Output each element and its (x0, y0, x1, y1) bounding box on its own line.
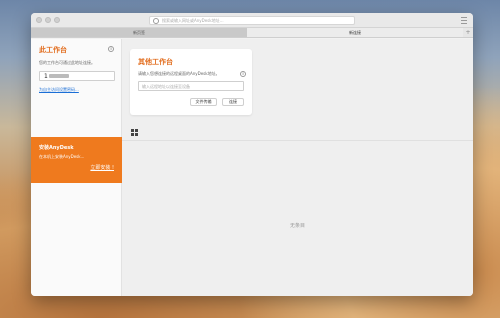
this-workstation-title: 此工作台 (39, 46, 67, 54)
check-circle-icon (153, 17, 159, 24)
tab-bar: 新页签 新连接 + (31, 28, 473, 38)
info-icon[interactable]: i (108, 46, 114, 52)
remote-address-field[interactable] (138, 81, 244, 91)
sidebar: 此工作台 i 您的工作台可通过此地址连接。 1 为自主访问设置密码... 安装A… (31, 39, 122, 296)
empty-state-text: 无条目 (289, 223, 305, 229)
divider (122, 140, 473, 141)
tab-label: 新连接 (349, 29, 361, 35)
anydesk-window: 搜索或输入网址或AnyDesk地址… 新页签 新连接 + 此工作台 i 您的工作… (31, 13, 473, 296)
remote-desk-card: 其他工作台 请输入您想连接的远程桌面的AnyDesk地址。 i 文件传输 连接 (130, 49, 252, 115)
tab-new-connection[interactable]: 新连接 (247, 28, 463, 37)
new-tab-button[interactable]: + (463, 28, 473, 37)
window-controls (36, 17, 60, 23)
connect-button[interactable]: 连接 (222, 98, 244, 106)
address-bar[interactable]: 搜索或输入网址或AnyDesk地址… (149, 16, 355, 25)
install-promo-panel: 安装AnyDesk 在本机上安装AnyDesk... 立即安装 ! (31, 137, 122, 183)
info-icon[interactable]: i (240, 71, 246, 77)
install-now-link[interactable]: 立即安装 ! (90, 164, 114, 171)
title-bar: 搜索或输入网址或AnyDesk地址… (31, 13, 473, 28)
address-placeholder: 搜索或输入网址或AnyDesk地址… (162, 17, 224, 23)
anydesk-address-value: 1 (44, 72, 48, 80)
grid-view-icon[interactable] (131, 129, 138, 136)
tab-new-page[interactable]: 新页签 (31, 28, 247, 37)
menu-icon[interactable] (461, 17, 467, 24)
promo-title: 安装AnyDesk (39, 145, 74, 151)
minimize-window-button[interactable] (45, 17, 51, 23)
maximize-window-button[interactable] (54, 17, 60, 23)
remote-address-input[interactable] (142, 83, 243, 89)
remote-desk-title: 其他工作台 (138, 58, 173, 66)
tab-label: 新页签 (133, 29, 145, 35)
set-password-link[interactable]: 为自主访问设置密码... (39, 87, 79, 93)
anydesk-address-field[interactable]: 1 (39, 71, 115, 81)
workstation-description: 您的工作台可通过此地址连接。 (39, 60, 95, 65)
main-panel: 其他工作台 请输入您想连接的远程桌面的AnyDesk地址。 i 文件传输 连接 … (122, 39, 473, 296)
promo-description: 在本机上安装AnyDesk... (39, 154, 85, 159)
redacted-address (49, 74, 70, 78)
close-window-button[interactable] (36, 17, 42, 23)
remote-desk-description: 请输入您想连接的远程桌面的AnyDesk地址。 (138, 71, 220, 76)
file-transfer-button[interactable]: 文件传输 (190, 98, 217, 106)
